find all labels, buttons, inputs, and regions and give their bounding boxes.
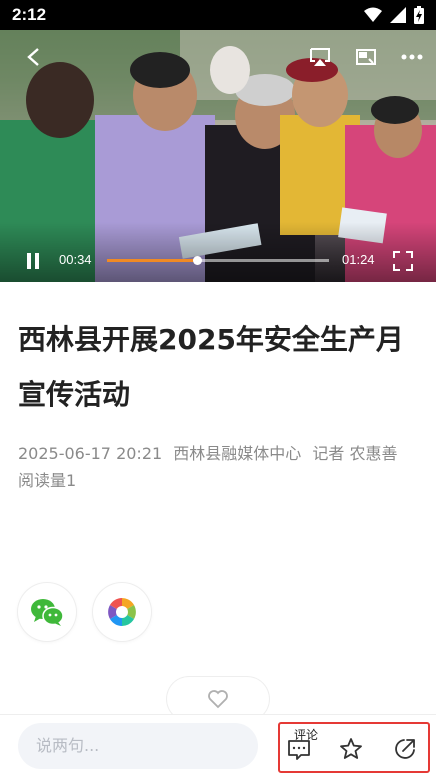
progress-bar[interactable]: [107, 256, 329, 265]
progress-thumb[interactable]: [192, 256, 202, 265]
wifi-icon: [364, 7, 382, 22]
read-count: 阅读量1: [18, 471, 77, 490]
pause-icon: [27, 253, 39, 269]
airplay-icon: [310, 48, 330, 66]
more-button[interactable]: [398, 44, 426, 70]
fullscreen-icon: [393, 251, 413, 271]
total-time: 01:24: [342, 252, 375, 267]
bottom-bar: 说两句... 评论: [0, 714, 436, 775]
status-bar: 2:12: [0, 0, 436, 30]
picture-in-picture-icon: [356, 49, 376, 65]
signal-icon: [390, 7, 406, 23]
picture-in-picture-button[interactable]: [352, 44, 380, 70]
status-time: 2:12: [12, 5, 47, 24]
back-button[interactable]: [20, 44, 46, 70]
wechat-icon: [31, 599, 64, 626]
article-source: 西林县融媒体中心: [173, 444, 302, 463]
share-icon: [395, 739, 415, 759]
current-time: 00:34: [59, 252, 92, 267]
more-icon: [401, 54, 423, 60]
progress-fill: [107, 259, 197, 262]
video-controls: 00:34 01:24: [0, 222, 436, 282]
share-button[interactable]: [390, 734, 420, 764]
article-title: 西林县开展2025年安全生产月宣传活动: [18, 323, 404, 411]
back-icon: [27, 48, 39, 66]
battery-charging-icon: [414, 6, 424, 24]
action-group: 评论: [278, 722, 430, 773]
comment-input[interactable]: 说两句...: [18, 723, 258, 769]
moments-icon: [108, 598, 136, 626]
video-player[interactable]: 00:34 01:24: [0, 30, 436, 282]
heart-icon: [208, 690, 228, 709]
article-meta: 2025-06-17 20:21 西林县融媒体中心 记者 农惠善 阅读量1: [18, 440, 428, 494]
pause-button[interactable]: [20, 248, 46, 274]
status-icons: [364, 6, 424, 24]
fullscreen-button[interactable]: [390, 248, 416, 274]
share-moments-button[interactable]: [93, 583, 151, 641]
publish-date: 2025-06-17 20:21: [18, 444, 163, 463]
airplay-button[interactable]: [306, 44, 334, 70]
share-wechat-button[interactable]: [18, 583, 76, 641]
comment-label: 评论: [294, 728, 319, 742]
article-reporter: 记者 农惠善: [312, 444, 398, 463]
favorite-button[interactable]: [336, 734, 366, 764]
star-icon: [340, 738, 362, 759]
